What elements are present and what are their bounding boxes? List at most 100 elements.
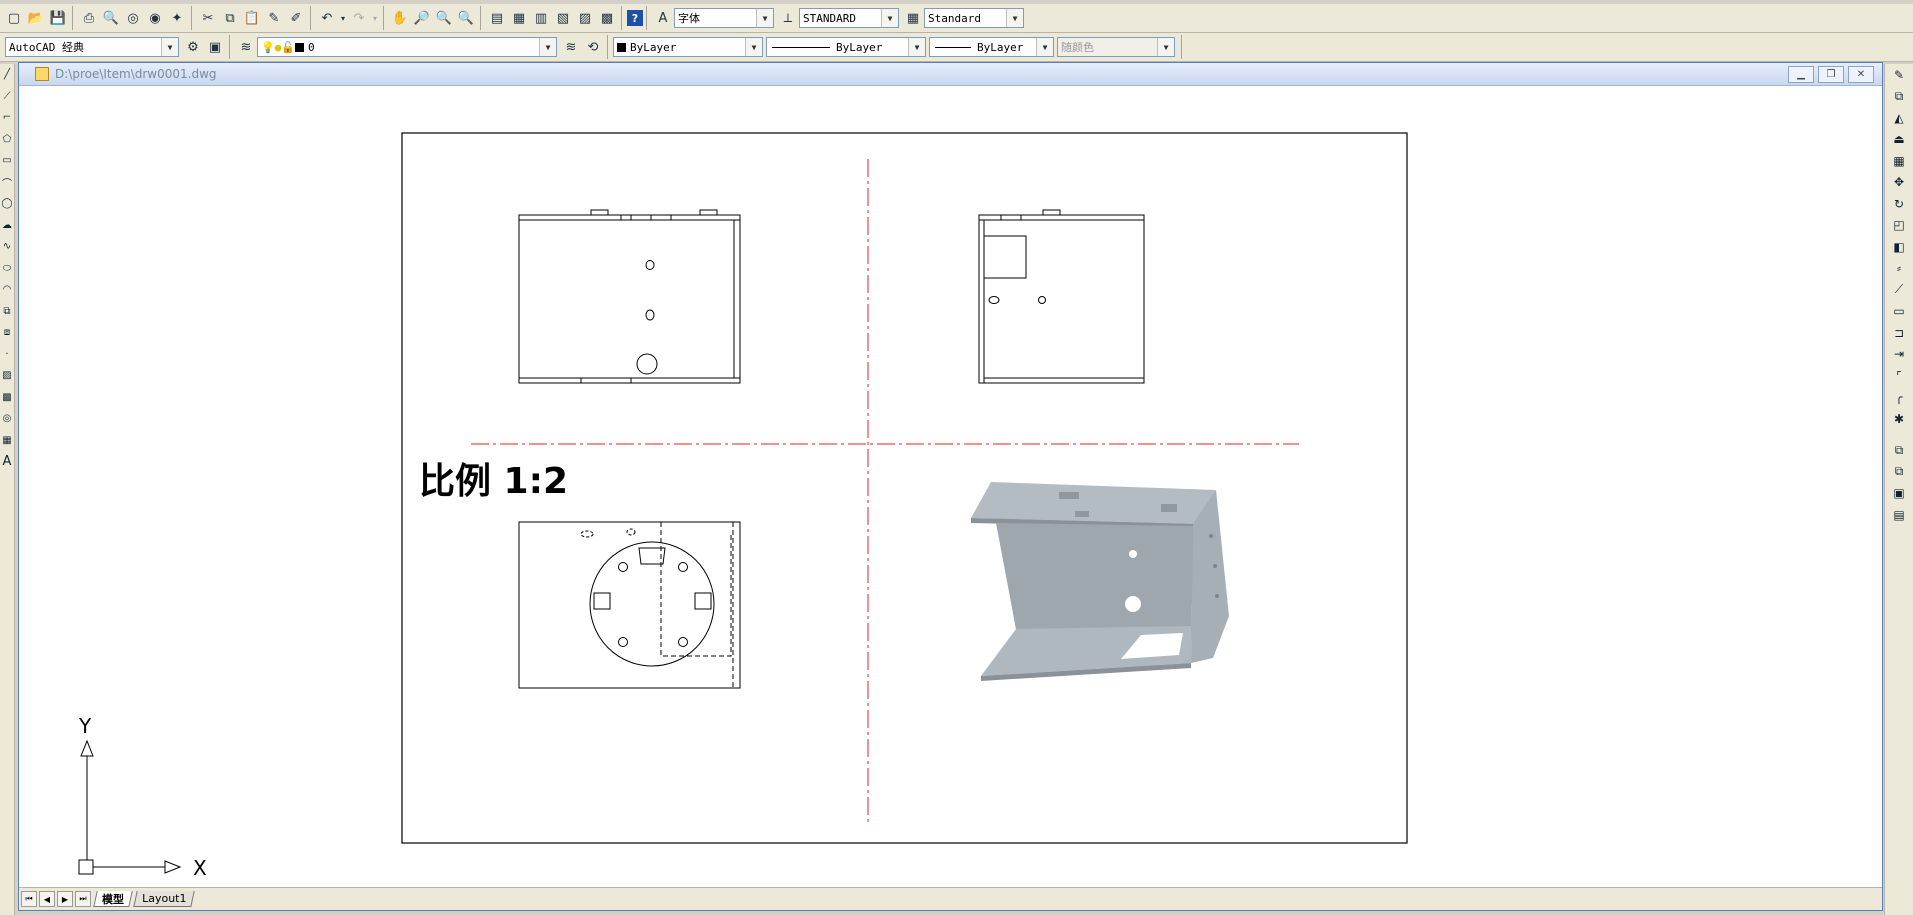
match-properties-icon[interactable]: ✎ (263, 7, 285, 29)
array-icon[interactable]: ▦ (1885, 150, 1913, 172)
undo-dropdown-icon[interactable]: ▾ (338, 7, 348, 29)
region-icon[interactable]: ◎ (0, 408, 14, 430)
rectangle-icon[interactable]: ▭ (0, 150, 14, 172)
arc-icon[interactable]: ⌒ (0, 172, 14, 194)
circle-icon[interactable]: ◯ (0, 193, 14, 215)
layer-select[interactable]: 💡 ● 🔓 0 ▼ (257, 37, 557, 57)
hatch-icon[interactable]: ▨ (0, 365, 14, 387)
make-current-layer-icon[interactable]: ≋ (560, 36, 582, 58)
design-center-icon[interactable]: ▦ (508, 7, 530, 29)
workspace-group: AutoCAD 经典 ▼ ⚙ ▣ (0, 35, 230, 59)
cut-icon[interactable]: ✂ (197, 7, 219, 29)
multiline-text-icon[interactable]: A (0, 451, 14, 473)
workspace-save-icon[interactable]: ▣ (204, 36, 226, 58)
tool-palettes-icon[interactable]: ▥ (530, 7, 552, 29)
undo-icon[interactable]: ↶ (316, 7, 338, 29)
zoom-window-icon[interactable]: 🔍 (433, 7, 455, 29)
break-at-point-icon[interactable]: ▭ (1885, 301, 1913, 323)
print-icon[interactable]: ⎙ (78, 7, 100, 29)
mirror-icon[interactable]: ◭ (1885, 107, 1913, 129)
bring-above-icon[interactable]: ▣ (1885, 483, 1913, 505)
sheet-set-icon[interactable]: ▧ (552, 7, 574, 29)
calculator-icon[interactable]: ▩ (596, 7, 618, 29)
etransmit-icon[interactable]: ✦ (166, 7, 188, 29)
workspace-settings-icon[interactable]: ⚙ (182, 36, 204, 58)
revision-cloud-icon[interactable]: ☁ (0, 215, 14, 237)
lineweight-select[interactable]: ByLayer ▼ (929, 37, 1054, 57)
paste-icon[interactable]: 📋 (241, 7, 263, 29)
zoom-previous-icon[interactable]: 🔍 (455, 7, 477, 29)
tab-layout1[interactable]: Layout1 (133, 891, 196, 907)
line-icon[interactable]: ╱ (0, 64, 14, 86)
next-tab-icon[interactable]: ▶ (57, 891, 73, 907)
extend-icon[interactable]: ⟋ (1885, 279, 1913, 301)
previous-tab-icon[interactable]: ◀ (39, 891, 55, 907)
linetype-select[interactable]: ByLayer ▼ (766, 37, 926, 57)
styles-toolbar: A 字体 ▼ ⟂ STANDARD ▼ ▦ Standard ▼ (649, 6, 1030, 30)
offset-icon[interactable]: ⏏ (1885, 129, 1913, 151)
polygon-icon[interactable]: ⬠ (0, 129, 14, 151)
scale-icon[interactable]: ◰ (1885, 215, 1913, 237)
layer-previous-icon[interactable]: ⟲ (582, 36, 604, 58)
tab-model[interactable]: 模型 (93, 891, 133, 907)
new-icon[interactable]: ▢ (3, 7, 25, 29)
properties-icon[interactable]: ▤ (486, 7, 508, 29)
pan-icon[interactable]: ✋ (389, 7, 411, 29)
redo-dropdown-icon[interactable]: ▾ (370, 7, 380, 29)
bring-to-front-icon[interactable]: ⧉ (1885, 440, 1913, 462)
insert-block-icon[interactable]: ⧉ (0, 301, 14, 323)
break-icon[interactable]: ⊐ (1885, 322, 1913, 344)
stretch-icon[interactable]: ◧ (1885, 236, 1913, 258)
ellipse-icon[interactable]: ⬭ (0, 258, 14, 280)
workspace-select[interactable]: AutoCAD 经典 ▼ (5, 37, 179, 57)
gradient-icon[interactable]: ▩ (0, 387, 14, 409)
help-icon[interactable]: ? (627, 10, 643, 26)
3d-dwf-icon[interactable]: ◉ (144, 7, 166, 29)
point-icon[interactable]: · (0, 344, 14, 366)
restore-icon[interactable]: ❐ (1818, 66, 1844, 83)
table-icon[interactable]: ▦ (0, 430, 14, 452)
explode-icon[interactable]: ✱ (1885, 408, 1913, 430)
copy-object-icon[interactable]: ⧉ (1885, 86, 1913, 108)
construction-line-icon[interactable]: ⟋ (0, 86, 14, 108)
open-icon[interactable]: 📂 (25, 7, 47, 29)
table-style-icon[interactable]: ▦ (902, 7, 924, 29)
copy-icon[interactable]: ⧉ (219, 7, 241, 29)
dim-style-select[interactable]: STANDARD ▼ (799, 8, 899, 28)
block-editor-icon[interactable]: ✐ (285, 7, 307, 29)
plot-style-select[interactable]: 随颜色 ▼ (1057, 37, 1175, 57)
text-style-select[interactable]: 字体 ▼ (674, 8, 774, 28)
print-preview-icon[interactable]: 🔍 (100, 7, 122, 29)
fillet-icon[interactable]: ╭ (1885, 387, 1913, 409)
trim-icon[interactable]: ⸗ (1885, 258, 1913, 280)
spline-icon[interactable]: ∿ (0, 236, 14, 258)
workspace-value: AutoCAD 经典 (9, 41, 84, 54)
save-icon[interactable]: 💾 (47, 7, 69, 29)
send-under-icon[interactable]: ▤ (1885, 504, 1913, 526)
erase-icon[interactable]: ✎ (1885, 64, 1913, 86)
send-to-back-icon[interactable]: ⧉ (1885, 461, 1913, 483)
polyline-icon[interactable]: ⌐ (0, 107, 14, 129)
model-space-canvas[interactable]: 比例 1:2 Y X (31, 86, 1871, 883)
move-icon[interactable]: ✥ (1885, 172, 1913, 194)
minimize-icon[interactable]: ▁ (1788, 66, 1814, 83)
color-select[interactable]: ByLayer ▼ (613, 37, 763, 57)
last-tab-icon[interactable]: ⏭ (75, 891, 91, 907)
redo-icon[interactable]: ↷ (348, 7, 370, 29)
publish-icon[interactable]: ◎ (122, 7, 144, 29)
close-icon[interactable]: ✕ (1848, 66, 1874, 83)
markup-icon[interactable]: ▨ (574, 7, 596, 29)
text-style-icon[interactable]: A (652, 7, 674, 29)
chevron-down-icon: ▼ (1006, 9, 1023, 27)
chevron-down-icon: ▼ (745, 38, 762, 56)
make-block-icon[interactable]: ⧈ (0, 322, 14, 344)
dim-style-icon[interactable]: ⟂ (777, 7, 799, 29)
first-tab-icon[interactable]: ⏮ (21, 891, 37, 907)
zoom-realtime-icon[interactable]: 🔎 (411, 7, 433, 29)
table-style-select[interactable]: Standard ▼ (924, 8, 1024, 28)
join-icon[interactable]: ⇥ (1885, 344, 1913, 366)
layer-properties-icon[interactable]: ≋ (235, 36, 257, 58)
chamfer-icon[interactable]: ⌜ (1885, 365, 1913, 387)
ellipse-arc-icon[interactable]: ◠ (0, 279, 14, 301)
rotate-icon[interactable]: ↻ (1885, 193, 1913, 215)
